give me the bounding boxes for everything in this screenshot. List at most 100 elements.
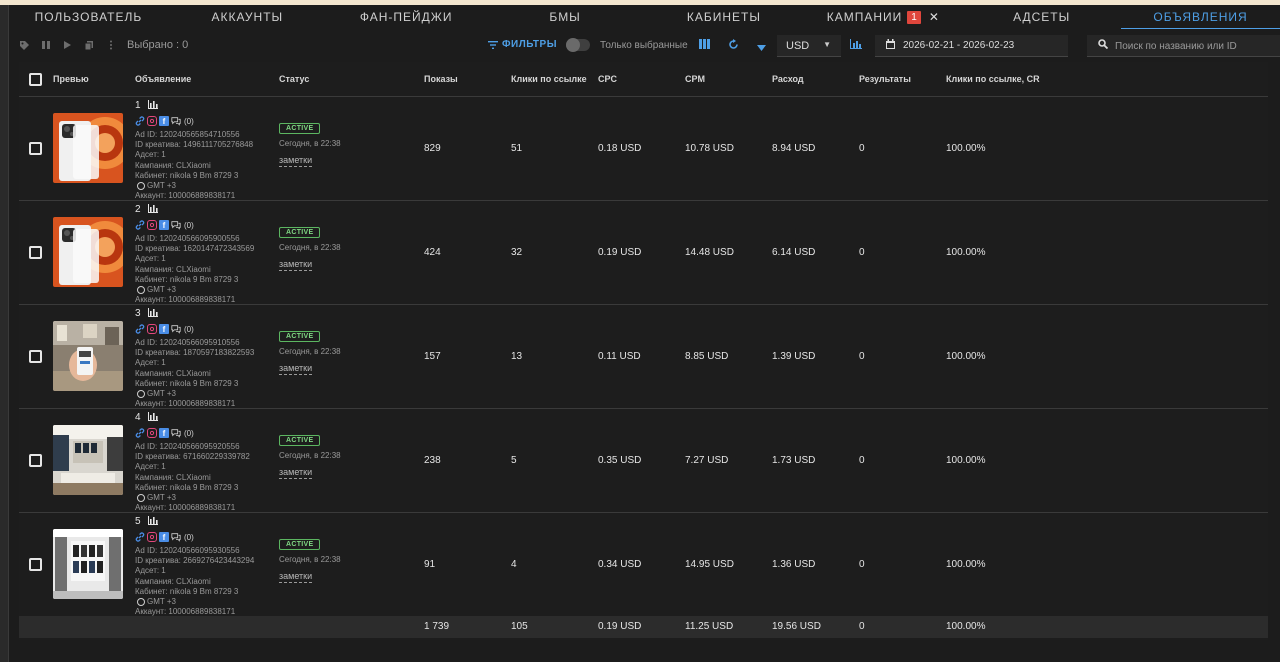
cpc-value: 0.34 USD: [598, 559, 642, 570]
sort-down-icon[interactable]: [757, 42, 766, 54]
currency-select[interactable]: USD ▼: [777, 35, 841, 57]
facebook-icon[interactable]: f: [159, 116, 169, 126]
link-icon[interactable]: [135, 220, 145, 230]
timezone: GMT +3: [135, 493, 250, 503]
results-value: 0: [859, 351, 865, 362]
creative-id: ID креатива: 1870597183822593: [135, 348, 255, 358]
status-updated: Сегодня, в 22:38: [279, 243, 341, 252]
comments-icon[interactable]: [171, 116, 181, 126]
link-icon[interactable]: [135, 428, 145, 438]
tab-label: Адсеты: [1013, 10, 1071, 24]
ad-preview-thumbnail[interactable]: [53, 529, 123, 599]
column-header-cpm[interactable]: CPM: [685, 74, 705, 84]
column-header-preview[interactable]: Превью: [53, 74, 89, 84]
ad-preview-thumbnail[interactable]: [53, 217, 123, 287]
tab-user[interactable]: Пользователь: [9, 5, 168, 29]
search-box[interactable]: [1087, 35, 1280, 57]
link-clicks-value: 13: [511, 351, 523, 362]
adset-name: Адсет: 1: [135, 566, 166, 576]
comments-icon[interactable]: [171, 428, 181, 438]
column-header-link-clicks-cr[interactable]: Клики по ссылке, CR: [946, 74, 1040, 84]
tag-icon[interactable]: [18, 39, 30, 51]
facebook-icon[interactable]: f: [159, 324, 169, 334]
column-header-cpc[interactable]: CPC: [598, 74, 617, 84]
tab-bms[interactable]: БМы: [486, 5, 645, 29]
creative-id: ID креатива: 1620147472343569: [135, 244, 255, 254]
column-header-ad[interactable]: Объявление: [135, 74, 191, 84]
facebook-icon[interactable]: f: [159, 532, 169, 542]
notes-link[interactable]: заметки: [279, 571, 313, 583]
ad-stats-chart-icon[interactable]: [148, 516, 158, 525]
selected-count: Выбрано : 0: [127, 39, 189, 51]
facebook-icon[interactable]: f: [159, 428, 169, 438]
link-icon[interactable]: [135, 324, 145, 334]
cpm-value: 8.85 USD: [685, 351, 729, 362]
link-clicks-value: 5: [511, 455, 517, 466]
ad-stats-chart-icon[interactable]: [148, 308, 158, 317]
total-link-clicks: 105: [511, 621, 528, 632]
column-header-status[interactable]: Статус: [279, 74, 309, 84]
refresh-icon[interactable]: [728, 39, 739, 53]
toolbar: Выбрано : 0 ФИЛЬТРЫ Только выбранные USD…: [9, 29, 1280, 61]
ad-stats-chart-icon[interactable]: [148, 412, 158, 421]
comments-icon[interactable]: [171, 220, 181, 230]
row-checkbox[interactable]: [29, 558, 42, 571]
more-vert-icon[interactable]: [105, 39, 117, 51]
ad-stats-chart-icon[interactable]: [148, 100, 158, 109]
ad-meta: Ad ID: 120240566095930556 ID креатива: 26…: [135, 546, 254, 617]
main-tabs: Пользователь Аккаунты Фан-пейджи БМы Каб…: [9, 5, 1280, 30]
notes-link[interactable]: заметки: [279, 467, 313, 479]
tab-accounts[interactable]: Аккаунты: [168, 5, 327, 29]
link-icon[interactable]: [135, 532, 145, 542]
facebook-icon[interactable]: f: [159, 220, 169, 230]
instagram-icon[interactable]: [147, 116, 157, 126]
row-checkbox[interactable]: [29, 454, 42, 467]
link-icon[interactable]: [135, 116, 145, 126]
tab-label: Пользователь: [34, 10, 143, 24]
tab-fan-pages[interactable]: Фан-пейджи: [327, 5, 486, 29]
instagram-icon[interactable]: [147, 532, 157, 542]
chart-icon[interactable]: [850, 39, 862, 52]
instagram-icon[interactable]: [147, 220, 157, 230]
copy-icon[interactable]: [83, 39, 95, 51]
link-clicks-value: 4: [511, 559, 517, 570]
row-checkbox[interactable]: [29, 246, 42, 259]
notes-link[interactable]: заметки: [279, 363, 313, 375]
row-checkbox[interactable]: [29, 350, 42, 363]
timezone-label: GMT +3: [147, 493, 176, 503]
filters-button[interactable]: ФИЛЬТРЫ: [488, 39, 557, 50]
ad-stats-chart-icon[interactable]: [148, 204, 158, 213]
tab-label: Фан-пейджи: [359, 10, 453, 24]
select-all-checkbox[interactable]: [29, 73, 42, 86]
notes-link[interactable]: заметки: [279, 259, 313, 271]
columns-icon[interactable]: [699, 39, 710, 52]
comments-icon[interactable]: [171, 324, 181, 334]
tab-ads[interactable]: Объявления: [1121, 5, 1280, 30]
creative-id: ID креатива: 671660229339782: [135, 452, 250, 462]
timezone: GMT +3: [135, 285, 254, 295]
instagram-icon[interactable]: [147, 324, 157, 334]
tab-campaigns[interactable]: Кампании 1 ✕: [803, 5, 962, 29]
tab-adsets[interactable]: Адсеты: [962, 5, 1121, 29]
column-header-impressions[interactable]: Показы: [424, 74, 458, 84]
timezone-label: GMT +3: [147, 181, 176, 191]
play-icon[interactable]: [61, 39, 73, 51]
ad-preview-thumbnail[interactable]: [53, 113, 123, 183]
comments-icon[interactable]: [171, 532, 181, 542]
only-selected-toggle[interactable]: [566, 38, 590, 52]
ad-preview-thumbnail[interactable]: [53, 321, 123, 391]
row-checkbox[interactable]: [29, 142, 42, 155]
search-input[interactable]: [1115, 35, 1275, 57]
column-header-spend[interactable]: Расход: [772, 74, 804, 84]
timezone-label: GMT +3: [147, 285, 176, 295]
pause-icon[interactable]: [40, 39, 52, 51]
cpm-value: 10.78 USD: [685, 143, 734, 154]
tab-cabinets[interactable]: Кабинеты: [645, 5, 804, 29]
column-header-link-clicks[interactable]: Клики по ссылке: [511, 74, 587, 84]
date-range-picker[interactable]: 2026-02-21 - 2026-02-23: [875, 35, 1068, 57]
clear-campaigns-close-icon[interactable]: ✕: [929, 10, 939, 24]
column-header-results[interactable]: Результаты: [859, 74, 911, 84]
ad-preview-thumbnail[interactable]: [53, 425, 123, 495]
notes-link[interactable]: заметки: [279, 155, 313, 167]
instagram-icon[interactable]: [147, 428, 157, 438]
